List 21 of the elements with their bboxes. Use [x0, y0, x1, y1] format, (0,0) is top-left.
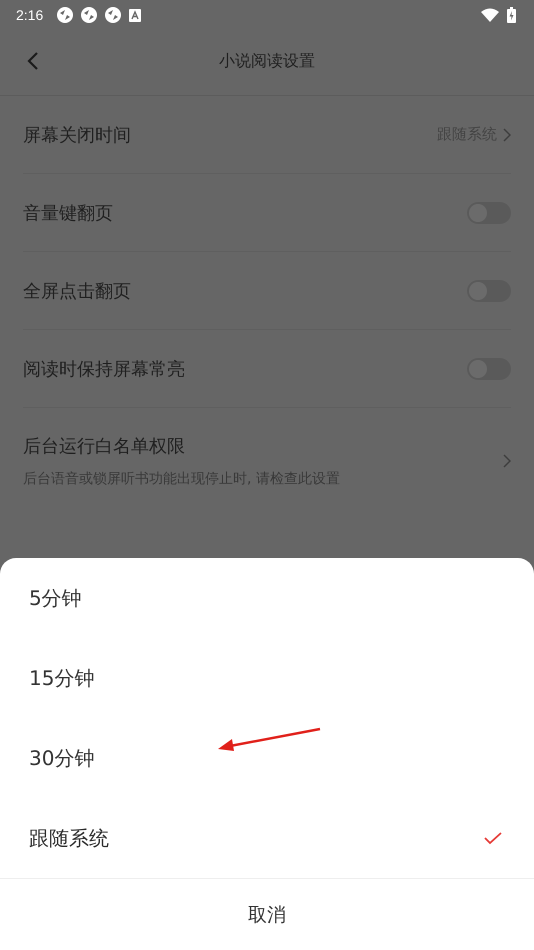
notification-icon [81, 7, 98, 23]
option-item[interactable]: 5分钟 [0, 558, 534, 638]
status-time: 2:16 [16, 7, 44, 23]
back-icon[interactable] [27, 51, 39, 71]
chevron-icon[interactable] [503, 454, 511, 468]
option-item[interactable]: 跟随系统 [0, 798, 534, 878]
notification-icon [105, 7, 122, 23]
setting-label: 屏幕关闭时间 [23, 124, 132, 146]
check-icon [484, 832, 502, 844]
setting-label: 全屏点击翻页 [23, 280, 132, 302]
wifi-icon [481, 8, 499, 22]
setting-label: 音量键翻页 [23, 202, 114, 224]
notification-icon [57, 7, 74, 23]
setting-label: 后台运行白名单权限 [23, 434, 186, 458]
battery-icon [507, 7, 516, 23]
option-item[interactable]: 15分钟 [0, 638, 534, 718]
page-title: 小说阅读设置 [219, 51, 315, 72]
keyboard-icon [129, 8, 142, 22]
chevron-icon[interactable] [503, 128, 511, 142]
option-item[interactable]: 30分钟 [0, 718, 534, 798]
setting-label: 阅读时保持屏幕常亮 [23, 358, 186, 380]
